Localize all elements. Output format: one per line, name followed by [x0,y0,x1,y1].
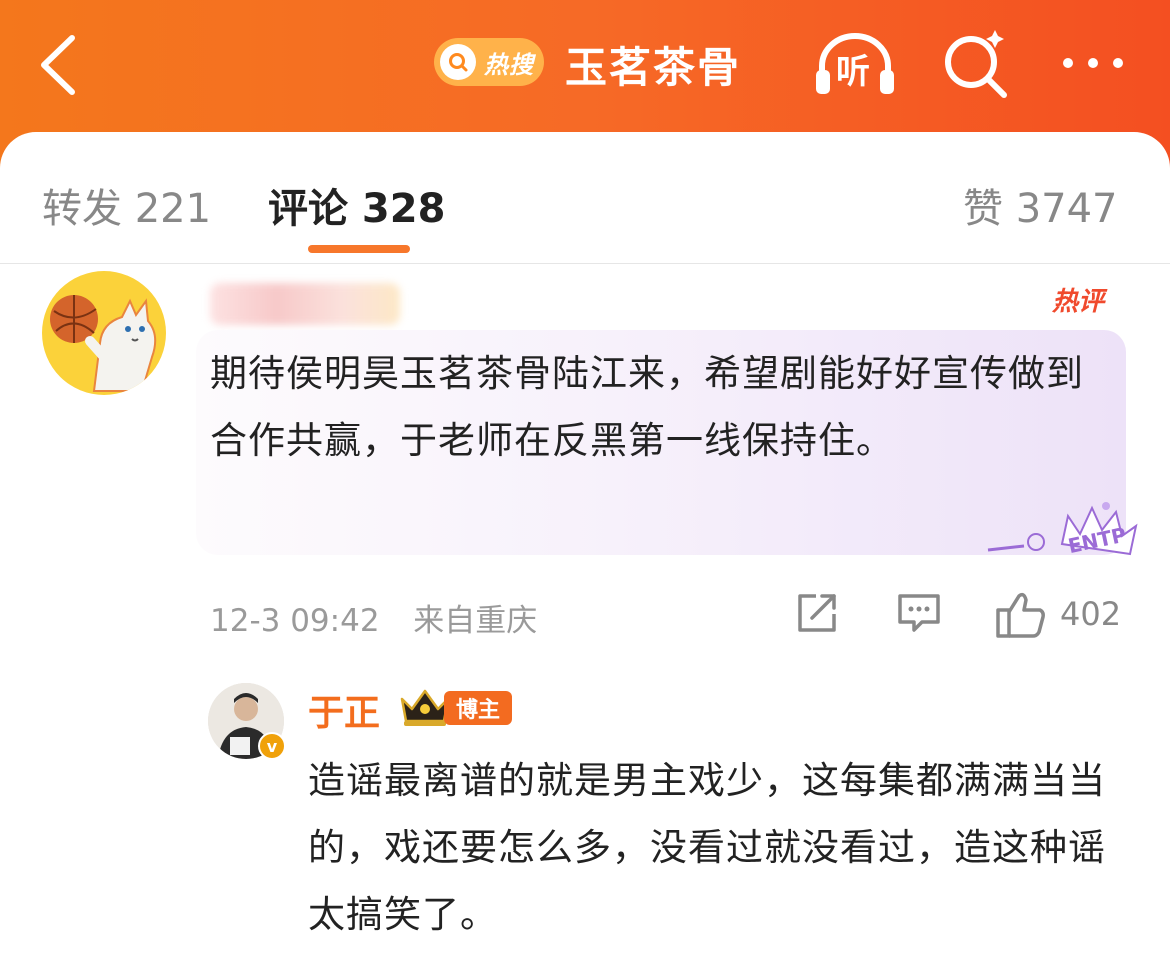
comment-text: 期待侯明昊玉茗茶骨陆江来，希望剧能好好宣传做到合作共赢，于老师在反黑第一线保持住… [210,352,1084,462]
tab-likes[interactable]: 赞 3747 [963,176,1118,234]
search-icon [945,30,1007,98]
blurred-username[interactable] [210,283,400,325]
search-q-icon [440,44,476,80]
entp-sticker-icon: ENTP [987,502,1138,558]
listen-button[interactable]: 听 [812,30,898,100]
more-dots-icon [1063,58,1123,68]
hot-search-badge[interactable]: 热搜 [434,38,544,86]
reply-text: 造谣最离谱的就是男主戏少，这每集都满满当当的，戏还要怎么多，没看过就没看过，造这… [308,759,1106,936]
like-button[interactable] [994,590,1048,644]
share-button[interactable] [794,590,840,640]
topic-title: 玉茗茶骨 [565,43,742,92]
comment-time: 12-3 09:42 [210,603,380,639]
listen-label: 听 [836,52,870,92]
active-tab-indicator [308,245,410,253]
search-button[interactable] [938,26,1014,102]
share-icon [798,594,836,632]
tab-reposts[interactable]: 转发 221 [42,176,211,234]
chevron-left-icon [41,35,75,95]
thumbs-up-icon [996,592,1045,638]
comment-icon [898,594,940,632]
tab-divider [0,263,1170,264]
cat-basketball-avatar-icon [50,295,157,392]
blogger-badge: 博主 [444,691,512,725]
comment-meta: 12-3 09:42 来自重庆 [210,595,537,640]
hot-comment-tag: 热评 [1052,287,1105,317]
more-options-button[interactable] [1054,48,1134,78]
comment-location: 来自重庆 [413,603,538,639]
comment-button[interactable] [894,590,944,640]
reply-author-name[interactable]: 于正 [308,684,380,736]
tab-comments[interactable]: 评论 328 [268,176,445,234]
like-count: 402 [1060,595,1122,633]
back-button[interactable] [30,30,90,100]
verified-badge-icon: v [258,732,286,760]
avatar[interactable] [42,271,166,395]
hot-search-label: 热搜 [484,50,534,79]
